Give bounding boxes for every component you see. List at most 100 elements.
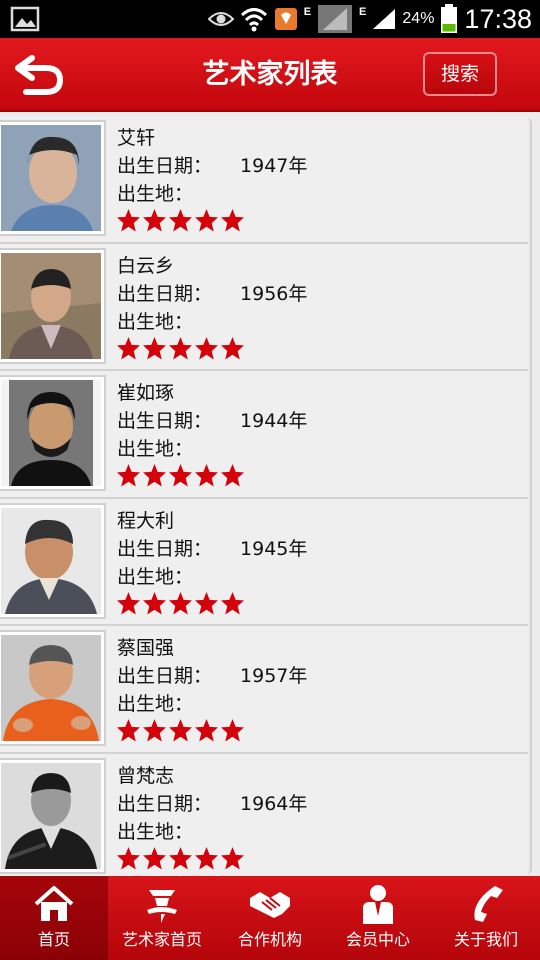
star-icon (221, 209, 244, 232)
birth-date-label: 出生日期： (117, 537, 213, 560)
nav-about[interactable]: 关于我们 (432, 876, 540, 960)
phone-icon (474, 886, 503, 922)
handshake-icon (250, 892, 290, 918)
artist-photo (0, 757, 106, 874)
star-icon (195, 464, 218, 487)
home-icon (34, 886, 74, 921)
star-icon (195, 591, 218, 614)
artist-photo (0, 375, 106, 491)
artist-info: 蔡国强 出生日期： 1957年 出生地： (117, 634, 307, 718)
artist-name: 崔如琢 (117, 382, 175, 404)
artist-photo (0, 247, 106, 364)
birth-year: 1944年 (240, 410, 308, 432)
birth-year: 1957年 (240, 665, 308, 687)
birth-date-label: 出生日期： (117, 155, 213, 177)
status-left (10, 6, 40, 32)
birth-place-label: 出生地： (117, 310, 194, 333)
star-icon (221, 464, 244, 487)
battery-icon (441, 4, 458, 33)
artist-photo (0, 630, 106, 746)
back-button[interactable] (14, 52, 64, 98)
artist-row[interactable]: 白云乡 出生日期： 1956年 出生地： (0, 243, 528, 371)
birth-place-label: 出生地： (117, 565, 194, 588)
artist-name: 曾梵志 (117, 764, 175, 787)
birth-place-line: 出生地： (117, 818, 307, 846)
artist-row[interactable]: 程大利 出生日期： 1945年 出生地： (0, 498, 528, 626)
bottom-nav: 首页 艺术家首页 合作机构 会员中心 关于我们 (0, 876, 540, 960)
nav-label: 首页 (37, 930, 70, 949)
artist-name: 程大利 (117, 509, 175, 532)
portrait-image (1, 635, 101, 741)
birth-date-line: 出生日期： 1945年 (117, 535, 307, 563)
artist-list: 艾轩 出生日期： 1947年 出生地： 白云乡 出生日期： 1956年 出生地： (0, 116, 528, 876)
calligraphy-icon-wrap (108, 884, 216, 926)
rating-stars (116, 846, 245, 871)
star-icon (169, 336, 192, 359)
nav-member[interactable]: 会员中心 (324, 876, 432, 960)
birth-place-label: 出生地： (117, 438, 194, 460)
star-icon (117, 719, 140, 742)
star-icon (221, 846, 244, 869)
birth-date-line: 出生日期： 1947年 (117, 152, 307, 180)
nav-label: 会员中心 (345, 930, 410, 949)
back-arrow-icon (15, 55, 64, 95)
star-icon (169, 464, 192, 487)
birth-place-line: 出生地： (117, 180, 307, 208)
star-icon (143, 336, 166, 359)
artist-photo (0, 502, 106, 619)
portrait-image (1, 507, 101, 614)
handshake-icon-wrap (216, 884, 324, 926)
eye-icon (207, 12, 234, 26)
artist-row[interactable]: 崔如琢 出生日期： 1944年 出生地： (0, 371, 528, 499)
birth-place-line: 出生地： (117, 308, 307, 336)
artist-info: 崔如琢 出生日期： 1944年 出生地： (117, 379, 307, 463)
birth-date-line: 出生日期： 1964年 (117, 790, 307, 818)
signal-1-icon (318, 5, 353, 33)
portrait-image (1, 380, 101, 486)
nav-artist-home[interactable]: 艺术家首页 (108, 876, 216, 960)
signal-2-icon (373, 9, 396, 29)
artist-name: 蔡国强 (117, 637, 175, 659)
star-icon (169, 719, 192, 742)
gallery-notification-icon (10, 6, 40, 32)
nav-label: 关于我们 (453, 930, 518, 949)
calligraphy-icon (147, 890, 177, 923)
birth-date-label: 出生日期： (117, 410, 213, 432)
star-icon (169, 846, 192, 869)
star-icon (117, 846, 140, 869)
birth-date-line: 出生日期： 1944年 (117, 407, 307, 435)
birth-date-line: 出生日期： 1956年 (117, 280, 307, 308)
member-icon (363, 885, 393, 924)
birth-place-line: 出生地： (117, 435, 307, 463)
nav-label: 艺术家首页 (121, 930, 202, 949)
portrait-image (1, 762, 101, 869)
birth-date-label: 出生日期： (117, 792, 213, 815)
star-icon (117, 209, 140, 232)
artist-info: 艾轩 出生日期： 1947年 出生地： (117, 124, 307, 208)
birth-place-label: 出生地： (117, 820, 194, 843)
artist-row[interactable]: 蔡国强 出生日期： 1957年 出生地： (0, 626, 528, 754)
star-icon (143, 719, 166, 742)
status-right: E E 24% 17:38 (207, 2, 532, 36)
clock: 17:38 (464, 3, 532, 34)
artist-row[interactable]: 曾梵志 出生日期： 1964年 出生地： (0, 753, 528, 876)
star-icon (143, 591, 166, 614)
nav-partners[interactable]: 合作机构 (216, 876, 324, 960)
birth-place-label: 出生地： (117, 183, 194, 205)
birth-year: 1964年 (240, 792, 308, 815)
portrait-image (1, 252, 101, 359)
nav-home[interactable]: 首页 (0, 876, 108, 960)
search-button[interactable]: 搜索 (423, 52, 497, 96)
star-icon (195, 719, 218, 742)
status-bar: E E 24% 17:38 (0, 0, 540, 38)
artist-info: 曾梵志 出生日期： 1964年 出生地： (117, 762, 307, 846)
star-icon (195, 336, 218, 359)
star-icon (169, 591, 192, 614)
star-icon (143, 464, 166, 487)
star-icon (195, 209, 218, 232)
app-notification-icon (274, 8, 297, 30)
artist-row[interactable]: 艾轩 出生日期： 1947年 出生地： (0, 116, 528, 244)
birth-date-label: 出生日期： (117, 665, 213, 687)
rating-stars (116, 591, 245, 616)
artist-name: 艾轩 (117, 127, 156, 149)
